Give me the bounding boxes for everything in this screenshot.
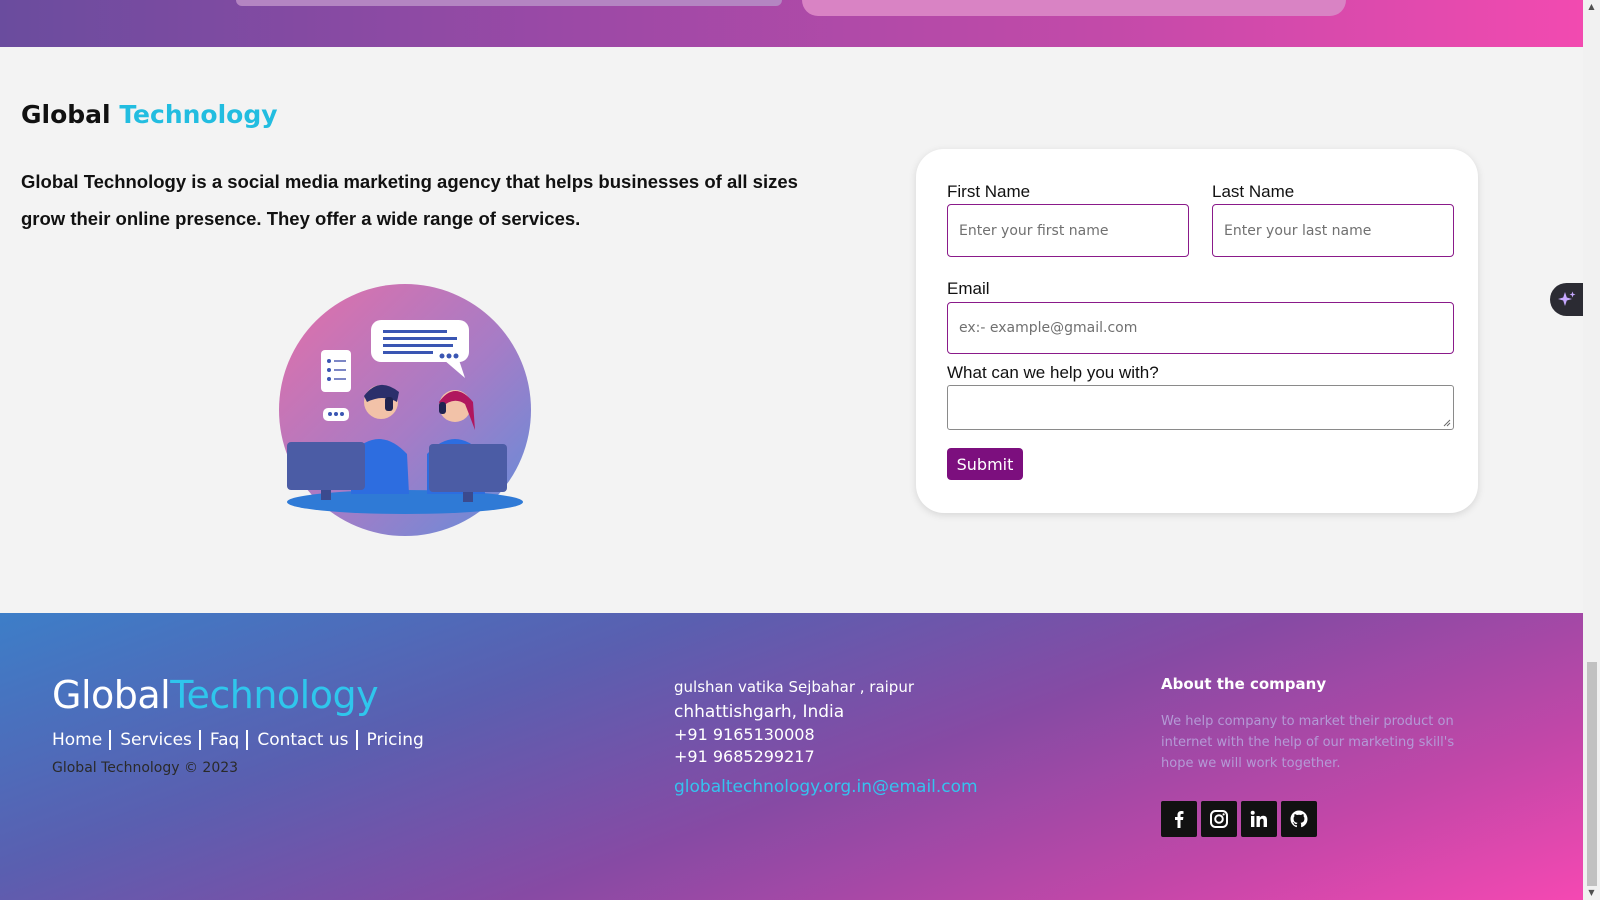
github-icon <box>1290 810 1308 828</box>
social-links <box>1161 801 1317 837</box>
page-scrollbar[interactable]: ▲ ▼ <box>1583 0 1600 900</box>
facebook-icon <box>1175 811 1184 828</box>
resize-handle-icon[interactable] <box>1443 419 1451 427</box>
linkedin-icon <box>1250 810 1267 827</box>
last-name-input[interactable] <box>1212 204 1454 257</box>
brand-word-technology: Technology <box>119 100 278 129</box>
about-heading: About the company <box>1161 675 1327 693</box>
scroll-down-icon[interactable]: ▼ <box>1583 886 1600 900</box>
phone-number-1: +91 9165130008 <box>674 725 815 744</box>
section-title: Global Technology <box>21 100 278 129</box>
help-textarea[interactable] <box>947 385 1454 430</box>
email-input[interactable] <box>947 302 1454 354</box>
footer-logo[interactable]: GlobalTechnology <box>52 673 379 717</box>
about-text: We help company to market their product … <box>1161 714 1455 771</box>
footer-link-faq[interactable]: Faq <box>210 730 249 750</box>
first-name-input[interactable] <box>947 204 1189 257</box>
top-banner <box>0 0 1583 47</box>
instagram-icon <box>1210 810 1228 828</box>
footer-link-contact[interactable]: Contact us <box>257 730 358 750</box>
scroll-up-icon[interactable]: ▲ <box>1583 0 1600 14</box>
footer-nav: Home Services Faq Contact us Pricing <box>52 730 431 750</box>
intro-text: Global Technology is a social media mark… <box>21 171 798 229</box>
sparkle-icon <box>1558 291 1576 306</box>
first-name-label: First Name <box>947 182 1031 201</box>
footer-logo-technology: Technology <box>170 673 379 717</box>
submit-button[interactable]: Submit <box>947 448 1023 480</box>
linkedin-button[interactable] <box>1241 801 1277 837</box>
address-line-1: gulshan vatika Sejbahar , raipur <box>674 678 915 696</box>
email-label: Email <box>947 279 990 298</box>
footer: GlobalTechnology Home Services Faq Conta… <box>0 613 1583 900</box>
footer-link-services[interactable]: Services <box>120 730 201 750</box>
brand-word-global: Global <box>21 100 111 129</box>
footer-link-pricing[interactable]: Pricing <box>367 730 431 750</box>
github-button[interactable] <box>1281 801 1317 837</box>
help-label: What can we help you with? <box>947 363 1159 382</box>
address-line-2: chhattishgarh, India <box>674 702 845 722</box>
support-team-illustration <box>279 284 531 536</box>
contact-email-link[interactable]: globaltechnology.org.in@email.com <box>674 777 978 797</box>
banner-card <box>802 0 1346 16</box>
footer-logo-global: Global <box>52 673 171 717</box>
last-name-label: Last Name <box>1212 182 1295 201</box>
footer-link-home[interactable]: Home <box>52 730 112 750</box>
instagram-button[interactable] <box>1201 801 1237 837</box>
facebook-button[interactable] <box>1161 801 1197 837</box>
copyright: Global Technology © 2023 <box>52 760 239 776</box>
phone-number-2: +91 9685299217 <box>674 747 815 766</box>
contact-form: First Name Last Name Email What can we h… <box>916 149 1478 513</box>
scrollbar-thumb[interactable] <box>1587 662 1597 886</box>
ai-assistant-button[interactable] <box>1550 283 1584 316</box>
banner-card <box>236 0 782 6</box>
